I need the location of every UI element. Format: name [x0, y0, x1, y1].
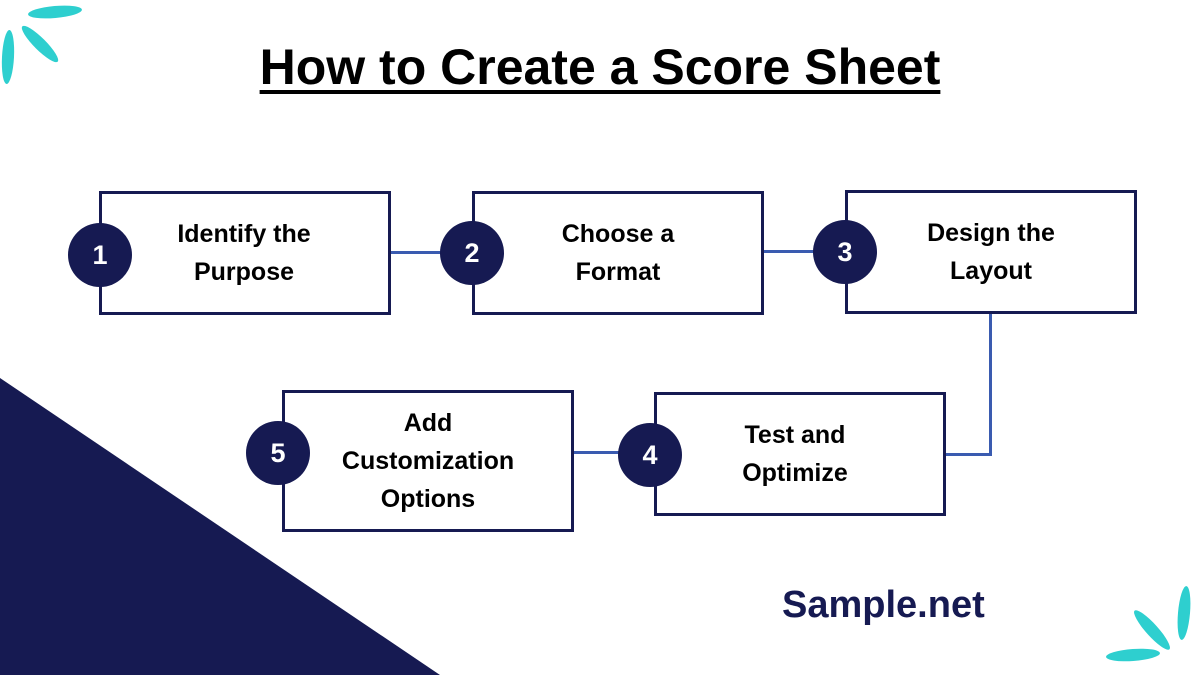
page-title: How to Create a Score Sheet: [259, 39, 941, 95]
step-box-3: Design the Layout: [845, 190, 1137, 314]
step-label: Identify the Purpose: [177, 220, 311, 286]
teal-leaf-decoration-bottom-right: [1106, 586, 1191, 662]
connector-2-3: [763, 250, 815, 253]
step-number-3: 3: [813, 220, 877, 284]
brand-logo-text: Sample.net: [782, 584, 985, 626]
step-label: Choose a Format: [561, 220, 675, 286]
step-number-2: 2: [440, 221, 504, 285]
step-box-4: Test and Optimize: [654, 392, 946, 516]
step-label: Design the Layout: [927, 219, 1055, 285]
step-box-1: Identify the Purpose: [99, 191, 391, 315]
step-box-2: Choose a Format: [472, 191, 764, 315]
step-number-4: 4: [618, 423, 682, 487]
connector-3-4-vertical: [989, 312, 992, 456]
connector-3-4-horizontal: [944, 453, 992, 456]
step-label: Add Customization Options: [341, 409, 515, 513]
connector-1-2: [390, 251, 442, 254]
step-label: Test and Optimize: [742, 421, 848, 487]
connector-4-5: [572, 451, 622, 454]
step-number-1: 1: [68, 223, 132, 287]
step-number-5: 5: [246, 421, 310, 485]
step-box-5: Add Customization Options: [282, 390, 574, 532]
